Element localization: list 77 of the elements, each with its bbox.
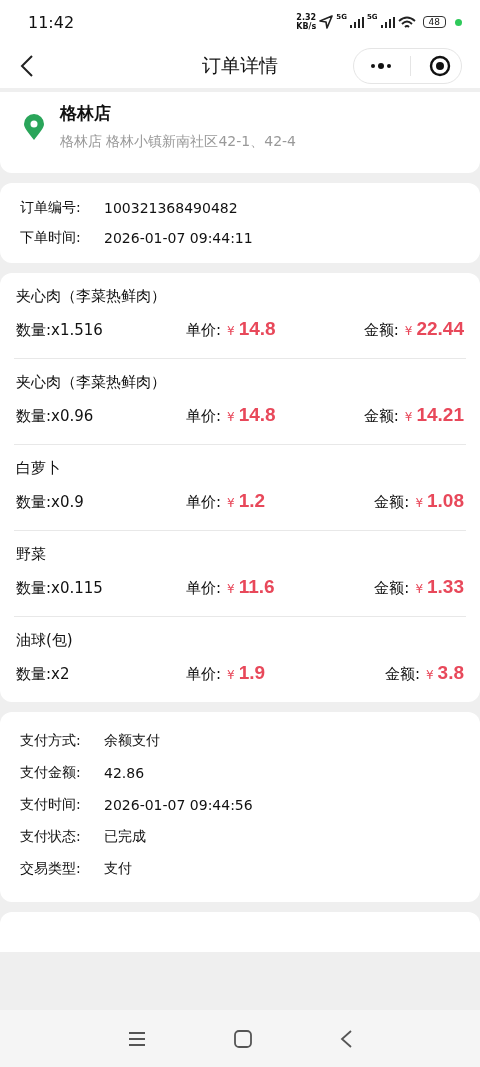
location-arrow-icon: [319, 15, 334, 29]
currency-sign: ¥: [227, 668, 235, 682]
currency-sign: ¥: [227, 496, 235, 510]
currency-sign: ¥: [227, 410, 235, 424]
product-name: 夹心肉（李菜热鲜肉）: [16, 373, 167, 392]
field-value: 已完成: [104, 828, 146, 846]
amount-label: 金额:: [363, 321, 399, 340]
amount-value: 14.21: [416, 404, 464, 426]
field-value: 100321368490482: [104, 200, 238, 216]
product-name: 白萝卜: [16, 459, 62, 478]
field-label: 下单时间:: [20, 229, 82, 247]
field-label: 支付时间:: [20, 796, 82, 814]
field-value: 2026-01-07 09:44:56: [104, 797, 253, 813]
unit-price-label: 单价:: [186, 321, 222, 340]
field-label: 订单编号:: [20, 199, 82, 217]
product-name: 夹心肉（李菜热鲜肉）: [16, 287, 167, 306]
amount-label: 金额:: [363, 407, 399, 426]
quantity-value: x2: [51, 665, 70, 683]
amount-value: 3.8: [437, 662, 464, 684]
home-icon[interactable]: [234, 1029, 252, 1048]
network-speed: 2.32 KB/s: [296, 13, 317, 31]
status-dot: [455, 18, 462, 26]
unit-price-label: 单价:: [186, 665, 222, 684]
unit-price-label: 单价:: [186, 407, 222, 426]
currency-sign: ¥: [404, 324, 413, 338]
quantity-value: x0.9: [51, 493, 84, 511]
signal-icon: [349, 16, 364, 28]
page-title: 订单详情: [201, 53, 279, 78]
status-time: 11:42: [28, 12, 75, 32]
back-icon[interactable]: [340, 1029, 352, 1048]
amount-value: 22.44: [416, 318, 464, 340]
quantity-label: 数量:: [16, 493, 52, 512]
unit-price-label: 单价:: [186, 579, 222, 598]
store-name: 格林店: [60, 102, 112, 125]
quantity-value: x0.96: [51, 407, 94, 425]
currency-sign: ¥: [415, 582, 423, 596]
unit-price-value: 14.8: [238, 318, 276, 340]
currency-sign: ¥: [415, 496, 423, 510]
signal-icon: [380, 16, 395, 28]
unit-price-value: 1.9: [238, 662, 266, 684]
back-icon[interactable]: [20, 55, 34, 77]
quantity-label: 数量:: [16, 407, 52, 426]
field-value: 2026-01-07 09:44:11: [104, 230, 253, 246]
currency-sign: ¥: [404, 410, 413, 424]
quantity-label: 数量:: [16, 579, 52, 598]
amount-value: 1.33: [427, 576, 464, 598]
more-icon[interactable]: [370, 63, 392, 69]
quantity-label: 数量:: [16, 665, 52, 684]
amount-label: 金额:: [374, 579, 410, 598]
currency-sign: ¥: [227, 324, 235, 338]
currency-sign: ¥: [425, 668, 434, 682]
menu-icon[interactable]: [128, 1030, 146, 1047]
quantity-value: x0.115: [51, 579, 103, 597]
field-value: 42.86: [104, 765, 145, 781]
location-pin-icon: [24, 113, 44, 140]
wifi-icon: [397, 15, 416, 29]
product-name: 野菜: [16, 545, 47, 564]
field-label: 交易类型:: [20, 860, 82, 878]
store-address: 格林店 格林小镇新南社区42-1、42-4: [60, 133, 296, 151]
field-value: 支付: [104, 860, 132, 878]
field-label: 支付状态:: [20, 828, 82, 846]
unit-price-label: 单价:: [186, 493, 222, 512]
unit-price-value: 14.8: [238, 404, 276, 426]
quantity-label: 数量:: [16, 321, 52, 340]
unit-price-value: 11.6: [238, 576, 275, 598]
quantity-value: x1.516: [51, 321, 103, 339]
amount-value: 1.08: [427, 490, 464, 512]
field-label: 支付方式:: [20, 732, 82, 750]
field-value: 余额支付: [104, 732, 160, 750]
battery-indicator: 48: [422, 16, 446, 28]
close-icon[interactable]: [429, 55, 451, 77]
field-label: 支付金额:: [20, 764, 82, 782]
product-name: 油球(包): [16, 631, 74, 650]
unit-price-value: 1.2: [238, 490, 266, 512]
amount-label: 金额:: [374, 493, 410, 512]
currency-sign: ¥: [227, 582, 235, 596]
amount-label: 金额:: [384, 665, 420, 684]
